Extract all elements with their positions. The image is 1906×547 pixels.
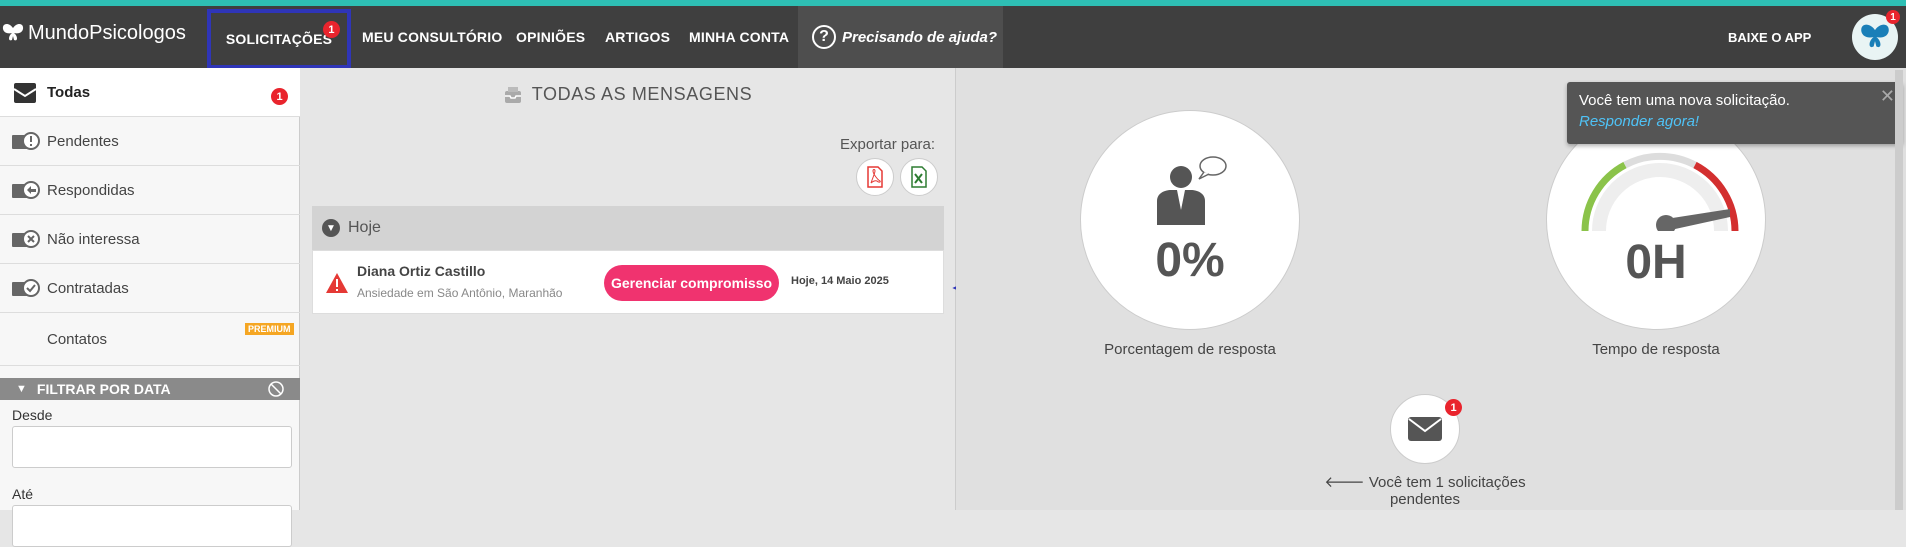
- group-today-label: Hoje: [348, 219, 381, 236]
- nav-artigos[interactable]: ARTIGOS: [605, 6, 670, 68]
- sidebar-item-label: Respondidas: [47, 181, 135, 199]
- new-request-toast: Você tem uma nova solicitação. Responder…: [1567, 82, 1903, 144]
- message-date: Hoje, 14 Maio 2025: [791, 275, 889, 287]
- butterfly-avatar-icon: [1861, 24, 1889, 48]
- chevron-down-icon: ▼: [16, 383, 27, 395]
- group-today-header[interactable]: ▼ Hoje: [312, 206, 944, 250]
- nav-meu-consultorio[interactable]: MEU CONSULTÓRIO: [362, 6, 502, 68]
- download-app-link[interactable]: BAIXE O APP: [1728, 6, 1811, 68]
- person-speech-icon: [1157, 156, 1227, 225]
- nav-meu-consultorio-label: MEU CONSULTÓRIO: [362, 29, 503, 45]
- sidebar-item-label: Contratadas: [47, 279, 129, 297]
- toast-message: Você tem uma nova solicitação.: [1579, 92, 1790, 109]
- from-date-input[interactable]: [12, 426, 292, 468]
- premium-badge: PREMIUM: [245, 323, 294, 335]
- sidebar-item-todas[interactable]: Todas 1: [0, 68, 300, 117]
- message-subtitle: Ansiedade em São Antônio, Maranhão: [357, 286, 563, 300]
- message-sender-name: Diana Ortiz Castillo: [357, 263, 486, 279]
- nav-artigos-label: ARTIGOS: [605, 29, 671, 45]
- response-rate-label: Porcentagem de resposta: [1104, 341, 1276, 358]
- message-row[interactable]: Diana Ortiz Castillo Ansiedade em São An…: [312, 250, 944, 314]
- messages-title: TODAS AS MENSAGENS: [300, 84, 956, 105]
- to-date-input[interactable]: [12, 505, 292, 547]
- sidebar-item-nao-interessa[interactable]: Não interessa: [0, 215, 300, 264]
- sidebar-item-contatos[interactable]: Contatos PREMIUM: [0, 313, 300, 366]
- toast-respond-link[interactable]: Responder agora!: [1579, 113, 1699, 130]
- avatar[interactable]: 1: [1852, 10, 1900, 60]
- gauge-icon: [1581, 152, 1739, 231]
- sidebar-item-label: Não interessa: [47, 230, 140, 248]
- nav-opinioes[interactable]: OPINIÕES: [516, 6, 585, 68]
- messages-panel: TODAS AS MENSAGENS Exportar para: ▼ Hoje…: [300, 68, 1060, 510]
- inbox-icon: [504, 86, 521, 103]
- manage-appointment-button[interactable]: Gerenciar compromisso: [604, 265, 779, 301]
- envelope-alert-icon: [12, 132, 40, 150]
- export-excel-button[interactable]: [900, 158, 938, 196]
- download-app-label: BAIXE O APP: [1728, 29, 1812, 45]
- nav-opinioes-label: OPINIÕES: [516, 29, 586, 45]
- response-time-label: Tempo de resposta: [1592, 341, 1720, 358]
- sidebar: Todas 1 Pendentes Respondidas Não intere…: [0, 68, 300, 547]
- filter-clear-icon[interactable]: [268, 381, 284, 397]
- brand-name: MundoPsicologos: [28, 21, 186, 44]
- question-icon: ?: [812, 25, 836, 49]
- response-time-value: 0H: [1625, 236, 1687, 289]
- nav-minha-conta[interactable]: MINHA CONTA: [689, 6, 789, 68]
- butterfly-logo-icon: [2, 23, 24, 41]
- pending-text: Você tem 1 solicitações pendentes: [1368, 474, 1526, 508]
- mail-badge: 1: [1445, 399, 1462, 416]
- avatar-badge: 1: [1886, 10, 1900, 24]
- nav-solicitacoes-label: SOLICITAÇÕES: [225, 31, 333, 47]
- from-label: Desde: [12, 407, 53, 423]
- export-pdf-button[interactable]: [856, 158, 894, 196]
- sidebar-item-respondidas[interactable]: Respondidas: [0, 166, 300, 215]
- sidebar-item-label: Contatos: [47, 330, 108, 348]
- sidebar-item-label: Pendentes: [47, 132, 119, 150]
- envelope-check-icon: [12, 279, 40, 297]
- excel-icon: [911, 166, 927, 188]
- envelope-icon: [1408, 417, 1442, 441]
- response-rate-circle: 0%: [1080, 110, 1300, 330]
- todas-badge: 1: [271, 88, 288, 105]
- envelope-open-icon: [13, 83, 37, 103]
- nav-solicitacoes[interactable]: SOLICITAÇÕES 1: [207, 9, 351, 69]
- pdf-icon: [867, 166, 883, 188]
- sidebar-item-label: Todas: [47, 83, 91, 101]
- nav-minha-conta-label: MINHA CONTA: [689, 29, 790, 45]
- arrow-left-icon: 🡐: [1324, 474, 1369, 491]
- scrollbar[interactable]: [1895, 70, 1903, 510]
- sidebar-item-contratadas[interactable]: Contratadas: [0, 264, 300, 313]
- to-label: Até: [12, 486, 34, 502]
- pending-mail-button[interactable]: 1: [1390, 394, 1462, 464]
- response-rate-value: 0%: [1155, 234, 1225, 287]
- sidebar-item-pendentes[interactable]: Pendentes: [0, 117, 300, 166]
- date-filter-title: FILTRAR POR DATA: [36, 381, 171, 397]
- brand-logo[interactable]: MundoPsicologos: [2, 20, 186, 46]
- help-label: Precisando de ajuda?: [842, 28, 998, 46]
- warning-icon: [326, 273, 348, 293]
- date-filter-header[interactable]: ▼ FILTRAR POR DATA: [0, 378, 300, 400]
- envelope-x-icon: [12, 230, 40, 248]
- export-label: Exportar para:: [840, 136, 936, 153]
- chevron-down-icon: ▼: [322, 219, 340, 237]
- messages-title-text: TODAS AS MENSAGENS: [531, 84, 753, 104]
- close-icon[interactable]: ✕: [1880, 86, 1895, 107]
- help-button[interactable]: ? Precisando de ajuda?: [798, 6, 1003, 68]
- pending-requests-link[interactable]: 🡐 Você tem 1 solicitações pendentes: [1300, 472, 1550, 508]
- nav-solicitacoes-badge: 1: [323, 21, 340, 38]
- envelope-reply-icon: [12, 181, 40, 199]
